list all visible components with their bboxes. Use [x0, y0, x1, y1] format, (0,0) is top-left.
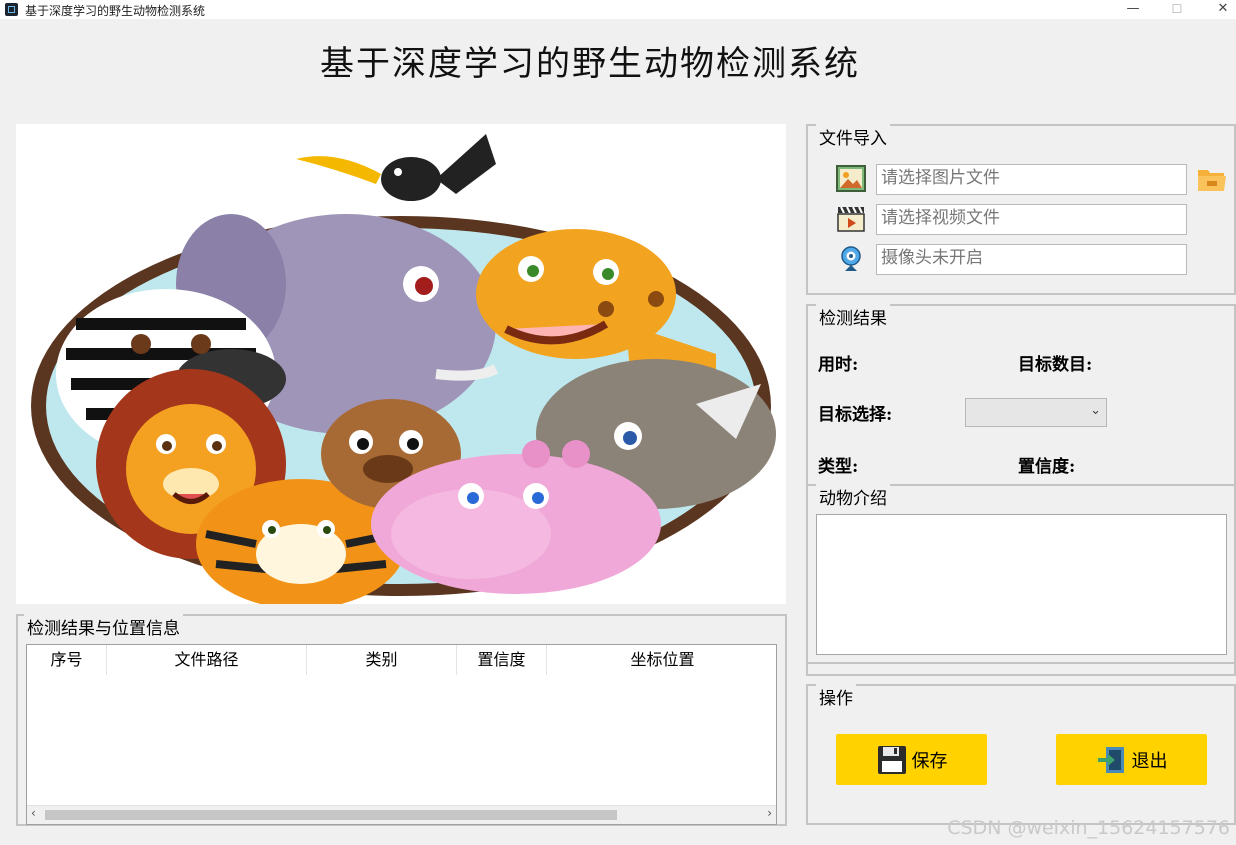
- target-select-dropdown[interactable]: ⌄: [965, 398, 1107, 427]
- scrollbar-thumb[interactable]: [45, 810, 617, 820]
- column-header-file-path[interactable]: 文件路径: [107, 645, 307, 675]
- results-table-caption: 检测结果与位置信息: [24, 614, 183, 639]
- camera-status-field[interactable]: 摄像头未开启: [876, 244, 1187, 275]
- type-label: 类型:: [818, 457, 859, 477]
- animal-intro-caption: 动物介绍: [816, 484, 890, 509]
- target-select-label: 目标选择:: [818, 405, 893, 425]
- results-table[interactable]: 序号 文件路径 类别 置信度 坐标位置 ‹ ›: [26, 644, 777, 825]
- file-import-caption: 文件导入: [816, 124, 890, 149]
- watermark: CSDN @weixin_15624157576: [947, 817, 1230, 839]
- scroll-left-icon[interactable]: ‹: [31, 806, 36, 820]
- wildlife-illustration: [31, 134, 776, 604]
- image-file-input[interactable]: 请选择图片文件: [876, 164, 1187, 195]
- exit-door-icon: [1097, 746, 1124, 773]
- image-display: [16, 124, 786, 604]
- save-button[interactable]: 保存: [836, 734, 987, 785]
- scroll-right-icon[interactable]: ›: [767, 806, 772, 820]
- column-header-coordinates[interactable]: 坐标位置: [547, 645, 778, 675]
- column-header-category[interactable]: 类别: [307, 645, 457, 675]
- save-disk-icon: [877, 745, 906, 774]
- column-header-confidence[interactable]: 置信度: [457, 645, 547, 675]
- save-label: 保存: [911, 750, 948, 772]
- window-title: 基于深度学习的野生动物检测系统: [25, 4, 206, 18]
- minimize-button[interactable]: —: [1110, 0, 1156, 19]
- video-file-input[interactable]: 请选择视频文件: [876, 204, 1187, 235]
- maximize-button[interactable]: ☐: [1154, 0, 1200, 19]
- confidence-label: 置信度:: [1018, 457, 1076, 477]
- video-file-icon[interactable]: [836, 204, 866, 234]
- time-label: 用时:: [818, 355, 859, 375]
- operations-caption: 操作: [816, 684, 856, 709]
- image-file-icon[interactable]: [836, 164, 866, 194]
- camera-icon[interactable]: [836, 244, 866, 274]
- exit-label: 退出: [1131, 750, 1168, 772]
- target-count-label: 目标数目:: [1018, 355, 1093, 375]
- detection-result-caption: 检测结果: [816, 304, 890, 329]
- column-header-index[interactable]: 序号: [27, 645, 107, 675]
- animal-intro-text[interactable]: [816, 514, 1227, 655]
- app-icon: [5, 3, 18, 16]
- close-button[interactable]: ✕: [1200, 0, 1236, 19]
- exit-button[interactable]: 退出: [1056, 734, 1207, 785]
- chevron-down-icon: ⌄: [1090, 403, 1101, 418]
- folder-open-icon[interactable]: [1196, 164, 1228, 194]
- horizontal-scrollbar[interactable]: ‹ ›: [27, 805, 776, 824]
- page-title: 基于深度学习的野生动物检测系统: [320, 44, 860, 84]
